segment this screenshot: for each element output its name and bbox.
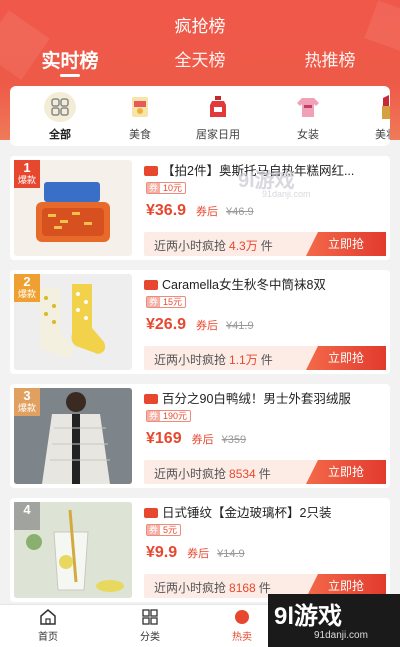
product-card[interactable]: 3 爆款 百分之90白鸭绒！男士外套羽绒服 券 190元 ¥169 券后 ¥359 近两… (10, 384, 390, 488)
lipstick-icon (370, 92, 390, 122)
ranking-tabs: 实时榜 全天榜 热推榜 (0, 46, 400, 82)
price-row: ¥26.9 券后 ¥41.9 (146, 316, 254, 336)
category-womens[interactable]: 女装 (278, 92, 338, 142)
sales-bar: 近两小时疯抢 1.1万件 立即抢 (144, 346, 386, 370)
original-price: ¥359 (221, 434, 247, 446)
sales-count: 8168 (229, 581, 256, 595)
fire-icon (212, 609, 272, 625)
coupon-price: ¥9.9 (146, 544, 178, 561)
original-price: ¥41.9 (226, 320, 254, 332)
category-label: 美妆 (375, 129, 390, 141)
sales-count: 8534 (229, 467, 256, 481)
product-title[interactable]: 百分之90白鸭绒！男士外套羽绒服 (162, 388, 388, 407)
category-bar: 全部 美食 居家日用 女装 美妆 (10, 86, 390, 146)
sweater-icon (292, 92, 324, 122)
tmall-icon (144, 508, 158, 518)
home-icon (18, 609, 78, 625)
nav-home[interactable]: 首页 (18, 609, 78, 643)
sales-bar: 近两小时疯抢 8534 件 立即抢 (144, 460, 386, 484)
buy-now-button[interactable]: 立即抢 (306, 346, 386, 370)
category-food[interactable]: 美食 (110, 92, 170, 142)
category-label: 居家日用 (196, 129, 240, 141)
food-icon (124, 92, 156, 122)
rank-badge: 4 (14, 502, 40, 530)
buy-now-button[interactable]: 立即抢 (306, 460, 386, 484)
category-label: 女装 (297, 129, 319, 141)
category-household[interactable]: 居家日用 (188, 92, 248, 142)
tab-allday[interactable]: 全天榜 (140, 46, 260, 71)
sales-count: 1.1万 (229, 353, 258, 367)
coupon-price: ¥36.9 (146, 202, 187, 219)
after-coupon-label: 券后 (187, 548, 210, 560)
sales-bar: 近两小时疯抢 4.3万件 立即抢 (144, 232, 386, 256)
sales-count: 4.3万 (229, 239, 258, 253)
rank-badge: 1 爆款 (14, 160, 40, 188)
buy-now-button[interactable]: 立即抢 (306, 232, 386, 256)
category-beauty[interactable]: 美妆 (356, 92, 390, 142)
tab-realtime[interactable]: 实时榜 (10, 46, 130, 73)
category-icon (120, 609, 180, 625)
price-row: ¥169 券后 ¥359 (146, 430, 246, 450)
detergent-icon (202, 92, 234, 122)
product-card[interactable]: 1 爆款 【拍2件】奥斯托马自热年糕网红... 券 10元 ¥36.9 券后 ¥46.9… (10, 156, 390, 260)
rank-badge: 3 爆款 (14, 388, 40, 416)
coupon-price: ¥26.9 (146, 316, 187, 333)
watermark-logo: 9l游戏 91danji.com (268, 594, 400, 647)
coupon-badge: 券 10元 (146, 182, 187, 194)
original-price: ¥14.9 (217, 548, 245, 560)
coupon-price: ¥169 (146, 430, 182, 447)
price-row: ¥36.9 券后 ¥46.9 (146, 202, 254, 222)
grid-icon (44, 92, 76, 122)
watermark: 91danji.com (262, 189, 311, 199)
rank-badge: 2 爆款 (14, 274, 40, 302)
product-card[interactable]: 2 爆款 Caramella女生秋冬中筒袜8双 券 15元 ¥26.9 券后 ¥41.9… (10, 270, 390, 374)
category-label: 美食 (129, 129, 151, 141)
after-coupon-label: 券后 (196, 206, 219, 218)
page-title: 疯抢榜 (174, 17, 226, 36)
after-coupon-label: 券后 (191, 434, 214, 446)
nav-category[interactable]: 分类 (120, 609, 180, 643)
nav-hot[interactable]: 热卖 (212, 609, 272, 643)
after-coupon-label: 券后 (196, 320, 219, 332)
tab-hot-recommend[interactable]: 热推榜 (270, 46, 390, 71)
category-label: 全部 (49, 129, 71, 141)
category-all[interactable]: 全部 (30, 92, 90, 142)
product-title[interactable]: Caramella女生秋冬中筒袜8双 (162, 274, 388, 293)
coupon-badge: 券 15元 (146, 296, 187, 308)
tmall-icon (144, 166, 158, 176)
original-price: ¥46.9 (226, 206, 254, 218)
price-row: ¥9.9 券后 ¥14.9 (146, 544, 245, 564)
product-card[interactable]: 4 日式锤纹【金边玻璃杯】2只装 券 5元 ¥9.9 券后 ¥14.9 近两小时疯抢 8… (10, 498, 390, 602)
product-title[interactable]: 日式锤纹【金边玻璃杯】2只装 (162, 502, 388, 521)
coupon-badge: 券 5元 (146, 524, 182, 536)
coupon-badge: 券 190元 (146, 410, 192, 422)
tmall-icon (144, 280, 158, 290)
active-tab-indicator (60, 74, 80, 77)
tmall-icon (144, 394, 158, 404)
